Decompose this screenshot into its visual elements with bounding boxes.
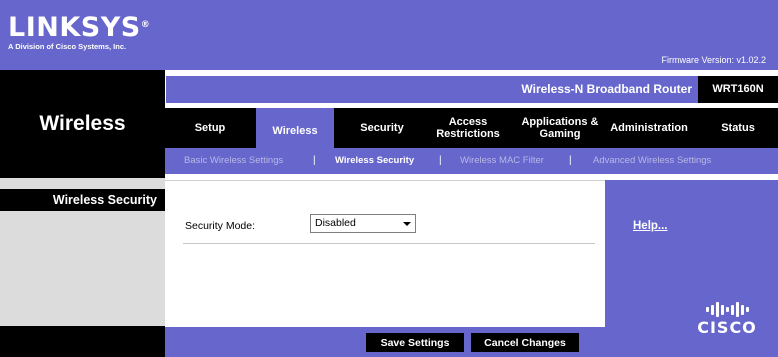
model-number: WRT160N <box>698 76 778 103</box>
tab-label: Security <box>360 122 404 134</box>
divider <box>183 243 595 244</box>
cisco-bars-icon <box>682 302 772 317</box>
security-mode-value: Disabled <box>315 217 356 229</box>
tab-label: Setup <box>194 122 226 134</box>
cisco-logo: CISCO <box>682 302 772 337</box>
sub-tabs: Basic Wireless Settings | Wireless Secur… <box>165 148 778 174</box>
product-name: Wireless-N Broadband Router <box>521 82 692 96</box>
cisco-wordmark: CISCO <box>697 318 757 337</box>
tab-label: Wireless <box>272 124 318 137</box>
left-panel-heading: Wireless Security <box>0 189 165 211</box>
firmware-version: Firmware Version: v1.02.2 <box>661 55 766 65</box>
chevron-down-icon <box>403 222 411 226</box>
header-bar: LINKSYS® A Division of Cisco Systems, In… <box>0 0 778 70</box>
subtab-wireless-security[interactable]: Wireless Security <box>335 148 414 174</box>
subtab-separator: | <box>569 155 572 166</box>
tab-setup[interactable]: Setup <box>173 108 247 148</box>
security-mode-select[interactable]: Disabled <box>310 214 416 233</box>
tab-label: Administration <box>610 122 688 134</box>
registered-mark: ® <box>140 20 151 30</box>
logo-text: LINKSYS <box>8 12 141 43</box>
main-tabs: Setup Wireless Security Access Restricti… <box>165 108 778 153</box>
linksys-logo: LINKSYS® A Division of Cisco Systems, In… <box>8 14 150 51</box>
subtab-separator: | <box>439 155 442 166</box>
tab-wireless[interactable]: Wireless <box>256 108 334 153</box>
logo-tagline: A Division of Cisco Systems, Inc. <box>8 42 127 51</box>
help-link[interactable]: Help... <box>633 220 668 232</box>
subtab-advanced-wireless-settings[interactable]: Advanced Wireless Settings <box>593 148 711 174</box>
tab-security[interactable]: Security <box>345 108 419 148</box>
subtab-separator: | <box>313 155 316 166</box>
cancel-changes-button[interactable]: Cancel Changes <box>471 333 579 352</box>
tab-status[interactable]: Status <box>705 108 771 148</box>
tab-label: Status <box>721 122 755 134</box>
tab-applications-gaming[interactable]: Applications & Gaming <box>514 108 606 148</box>
section-title: Wireless <box>39 112 126 135</box>
tab-access-restrictions[interactable]: Access Restrictions <box>427 108 509 148</box>
tab-administration[interactable]: Administration <box>604 108 694 148</box>
subtab-wireless-mac-filter[interactable]: Wireless MAC Filter <box>460 148 544 174</box>
save-settings-button[interactable]: Save Settings <box>366 333 464 352</box>
tab-label: Access Restrictions <box>436 116 500 140</box>
action-bar: Save Settings Cancel Changes <box>165 327 605 357</box>
security-mode-label: Security Mode: <box>185 220 256 232</box>
tab-label: Applications & Gaming <box>521 116 599 140</box>
subtab-basic-wireless-settings[interactable]: Basic Wireless Settings <box>184 148 283 174</box>
content-panel: Security Mode: Disabled <box>165 180 605 327</box>
product-row: Wireless-N Broadband Router WRT160N <box>165 76 778 103</box>
